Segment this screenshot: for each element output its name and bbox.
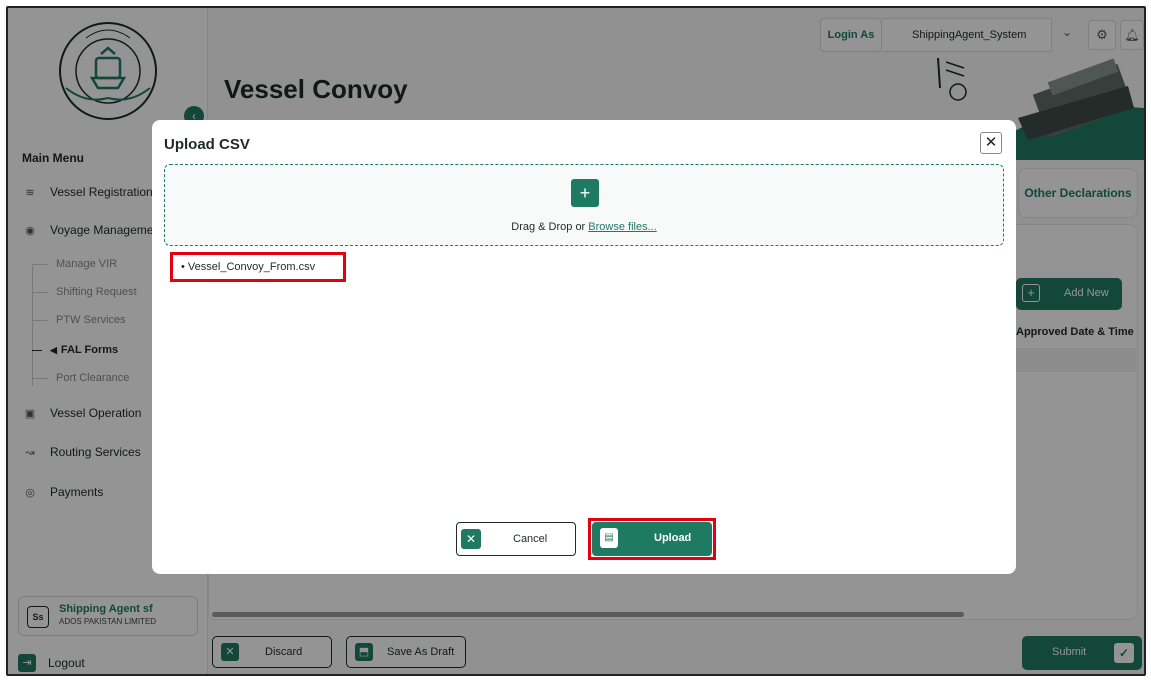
bullet-icon: • — [181, 261, 185, 273]
close-icon: ✕ — [461, 529, 481, 549]
drop-text: Drag & Drop or — [511, 221, 589, 233]
upload-button[interactable]: ▤ Upload — [592, 522, 712, 556]
dropzone-instructions: Drag & Drop or Browse files... — [165, 221, 1003, 233]
app-window: ‹ Main Menu ≋ Vessel Registration ◉ Voya… — [6, 6, 1146, 676]
upload-csv-dialog: Upload CSV ✕ + Drag & Drop or Browse fil… — [152, 120, 1016, 574]
cancel-label: Cancel — [513, 533, 548, 545]
browse-files-link[interactable]: Browse files... — [588, 221, 656, 233]
upload-label: Upload — [654, 532, 692, 544]
file-dropzone[interactable]: + Drag & Drop or Browse files... — [164, 164, 1004, 246]
dialog-title: Upload CSV — [164, 136, 250, 153]
file-name: Vessel_Convoy_From.csv — [187, 261, 316, 273]
add-file-icon[interactable]: + — [571, 179, 599, 207]
cancel-button[interactable]: ✕ Cancel — [456, 522, 576, 556]
list-item: • Vessel_Convoy_From.csv — [170, 252, 346, 282]
close-icon[interactable]: ✕ — [980, 132, 1002, 154]
document-icon: ▤ — [600, 528, 618, 548]
